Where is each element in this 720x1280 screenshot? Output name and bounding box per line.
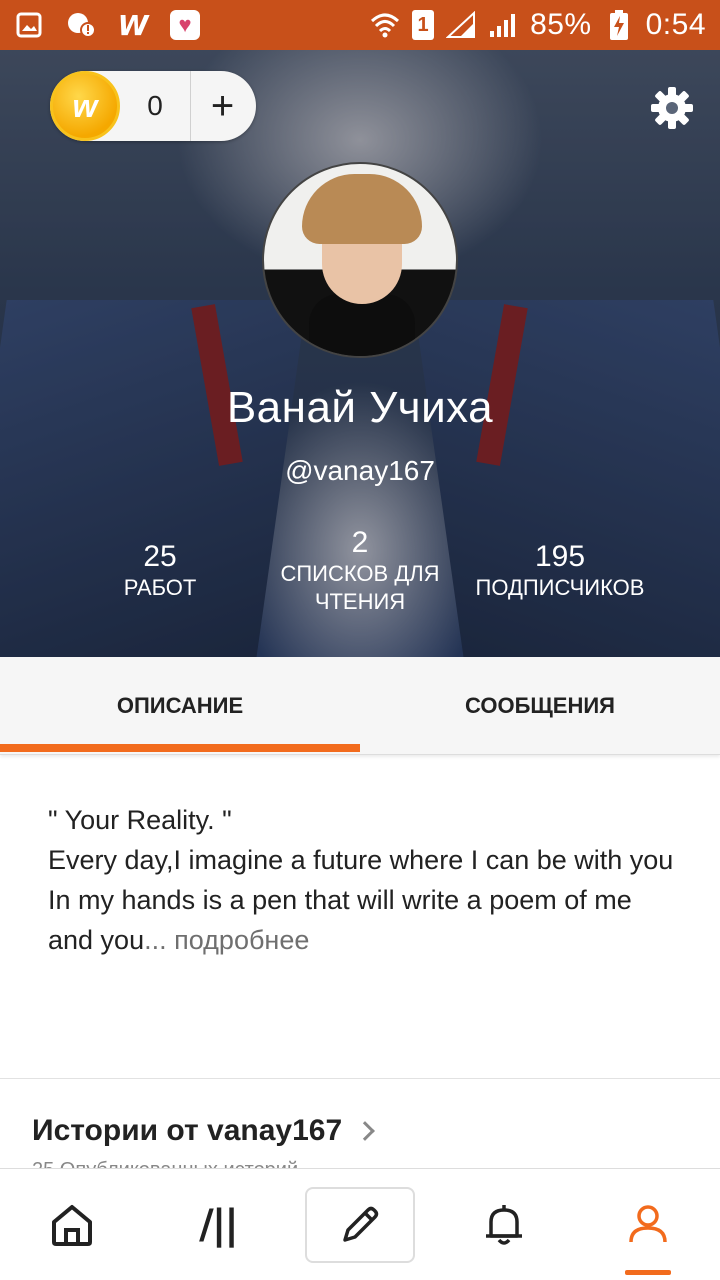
coin-balance[interactable]: w 0 + (50, 71, 256, 141)
stat-label: РАБОТ (123, 575, 197, 600)
wattpad-w-icon: W (117, 8, 149, 42)
description-line: Every day,I imagine a future where I can… (48, 845, 674, 875)
tab-messages[interactable]: СООБЩЕНИЯ (360, 657, 720, 754)
stat-label: СПИСКОВ ДЛЯ (280, 561, 440, 586)
active-indicator (625, 1270, 671, 1275)
stories-title: Истории от vanay167 (32, 1114, 343, 1147)
stat-works[interactable]: 25 РАБОТ (80, 540, 240, 602)
stat-label: ПОДПИСЧИКОВ (475, 575, 645, 600)
wifi-icon (370, 10, 400, 40)
coin-icon: w (50, 71, 120, 141)
description-line: " Your Reality. " (48, 805, 232, 835)
profile-description: " Your Reality. " Every day,I imagine a … (48, 800, 678, 960)
gallery-icon (14, 10, 44, 40)
read-more-link[interactable]: подробнее (174, 925, 309, 955)
chevron-right-icon (355, 1121, 376, 1141)
sim-icon: 1 (412, 10, 435, 40)
home-icon[interactable] (17, 1169, 127, 1280)
write-icon[interactable] (305, 1187, 415, 1263)
coin-count: 0 (147, 90, 163, 121)
profile-tabs: ОПИСАНИЕ СООБЩЕНИЯ (0, 657, 720, 755)
bottom-navigation: /|| (0, 1168, 720, 1280)
avatar[interactable] (262, 162, 458, 358)
battery-percentage: 85% (530, 8, 592, 41)
description-line: In my hands is a pen that will write a p… (48, 885, 632, 955)
signal-icon (488, 10, 518, 40)
stat-value: 2 (351, 526, 369, 559)
status-bar: W ♥ 1 85% 0:54 (0, 0, 720, 50)
stat-followers[interactable]: 195 ПОДПИСЧИКОВ (460, 540, 660, 602)
stat-reading-lists[interactable]: 2 СПИСКОВ ДЛЯ ЧТЕНИЯ (270, 526, 450, 616)
divider (0, 1078, 720, 1079)
chat-alert-icon (66, 10, 96, 40)
stat-value: 195 (534, 540, 586, 573)
stat-label: ЧТЕНИЯ (314, 589, 406, 614)
profile-handle: @vanay167 (285, 455, 435, 486)
signal-icon (446, 10, 476, 40)
library-icon[interactable]: /|| (163, 1169, 273, 1280)
gear-icon[interactable] (648, 84, 696, 132)
battery-charging-icon (604, 10, 634, 40)
stories-section-header[interactable]: Истории от vanay167 (32, 1114, 376, 1148)
ellipsis: ... (144, 925, 167, 955)
stat-value: 25 (143, 540, 177, 573)
add-coins-button[interactable]: + (190, 71, 254, 141)
profile-icon[interactable] (593, 1169, 703, 1280)
profile-name: Ванай Учиха (226, 383, 494, 432)
status-time: 0:54 (645, 8, 706, 41)
tab-about[interactable]: ОПИСАНИЕ (0, 657, 360, 754)
heart-app-icon: ♥ (170, 10, 200, 40)
notifications-icon[interactable] (449, 1169, 559, 1280)
